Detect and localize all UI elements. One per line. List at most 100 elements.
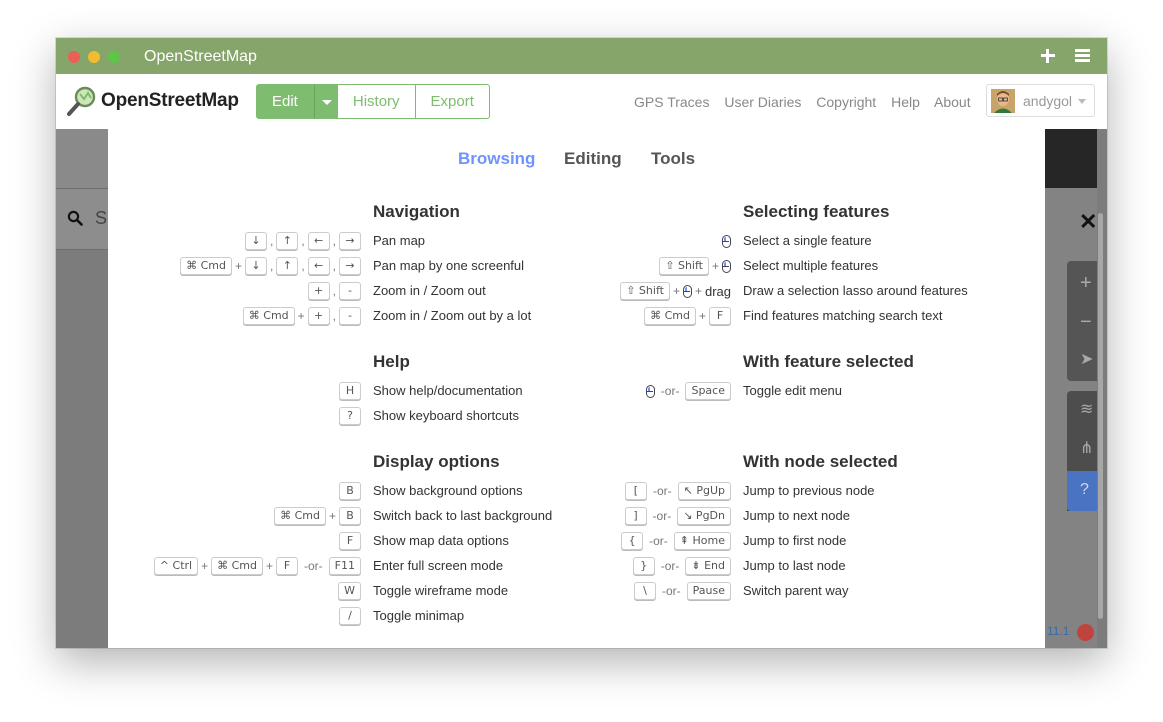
key: ] bbox=[624, 507, 647, 525]
key: ⇧ Shift bbox=[659, 257, 709, 275]
key: ⌘ Cmd bbox=[274, 507, 326, 525]
user-menu-button[interactable]: andygol bbox=[986, 84, 1095, 117]
nav-link-user-diaries[interactable]: User Diaries bbox=[724, 94, 801, 110]
key: F bbox=[709, 307, 731, 325]
zoom-out-icon[interactable]: − bbox=[1080, 312, 1092, 332]
section-with-feature-selected: With feature selected bbox=[743, 352, 914, 371]
shortcut-description: Select multiple features bbox=[743, 258, 879, 273]
tab-editing[interactable]: Editing bbox=[564, 149, 622, 169]
close-window-button[interactable] bbox=[68, 51, 80, 63]
shortcut-row: W bbox=[108, 581, 361, 601]
key: ^ Ctrl bbox=[153, 557, 199, 575]
history-button[interactable]: History bbox=[336, 84, 416, 119]
shortcut-description: Zoom in / Zoom out bbox=[373, 283, 486, 298]
nav-link-about[interactable]: About bbox=[934, 94, 971, 110]
key: - bbox=[339, 282, 361, 300]
user-caret-icon bbox=[1078, 99, 1086, 104]
avatar bbox=[991, 89, 1015, 113]
close-icon[interactable]: ✕ bbox=[1079, 211, 1097, 233]
scrollbar[interactable] bbox=[1098, 213, 1103, 619]
map-data-icon[interactable]: ⋔ bbox=[1080, 441, 1093, 457]
key: W bbox=[338, 582, 361, 600]
title-bar: OpenStreetMap bbox=[56, 38, 1107, 74]
help-icon[interactable]: ? bbox=[1080, 482, 1089, 498]
osm-logo-icon[interactable] bbox=[66, 85, 98, 117]
gift-icon[interactable] bbox=[1077, 624, 1094, 641]
key: ⌘ Cmd bbox=[211, 557, 263, 575]
key: ↖ PgUp bbox=[677, 482, 731, 500]
search-input[interactable]: S bbox=[95, 208, 107, 229]
key: Space bbox=[685, 382, 731, 400]
shortcut-row: -or- Space bbox=[508, 381, 731, 401]
key: F bbox=[276, 557, 298, 575]
key: + bbox=[307, 282, 330, 300]
zoom-in-icon[interactable]: + bbox=[1080, 273, 1092, 293]
key: [ bbox=[624, 482, 647, 500]
shortcut-row: ⇧ Shift + bbox=[508, 256, 731, 276]
shortcut-row: H bbox=[108, 381, 361, 401]
nav-link-help[interactable]: Help bbox=[891, 94, 920, 110]
edit-button[interactable]: Edit bbox=[256, 84, 314, 119]
key: ← bbox=[307, 232, 330, 250]
shortcut-row: F bbox=[108, 531, 361, 551]
export-button[interactable]: Export bbox=[414, 84, 490, 119]
map-side-header bbox=[56, 129, 108, 188]
nav-link-copyright[interactable]: Copyright bbox=[816, 94, 876, 110]
shortcut-description: Switch parent way bbox=[743, 583, 849, 598]
tab-browsing[interactable]: Browsing bbox=[458, 149, 535, 169]
section-display-options: Display options bbox=[373, 452, 500, 471]
key: B bbox=[339, 482, 361, 500]
key: ↑ bbox=[276, 257, 299, 275]
hamburger-menu-icon[interactable] bbox=[1075, 49, 1091, 63]
left-click-mouse-icon bbox=[722, 259, 731, 273]
edit-dropdown-caret-icon[interactable] bbox=[313, 84, 338, 119]
shortcut-description: Toggle edit menu bbox=[743, 383, 843, 398]
key: } bbox=[632, 557, 655, 575]
site-navbar: OpenStreetMap Edit History Export GPS Tr… bbox=[56, 74, 1107, 129]
shortcut-row: ⌘ Cmd + ↓, ↑, ←, → bbox=[108, 256, 361, 276]
tab-tools[interactable]: Tools bbox=[651, 149, 695, 169]
key: ⇧ Shift bbox=[620, 282, 670, 300]
layers-icon[interactable]: ≋ bbox=[1080, 402, 1093, 418]
shortcut-row: / bbox=[108, 606, 361, 626]
shortcut-description: Enter full screen mode bbox=[373, 558, 504, 573]
shortcut-row bbox=[508, 231, 731, 251]
shortcut-description: Show background options bbox=[373, 483, 523, 498]
key: Pause bbox=[686, 582, 731, 600]
shortcut-row: [-or- ↖ PgUp bbox=[508, 481, 731, 501]
left-click-mouse-icon bbox=[682, 284, 692, 298]
shortcut-description: Jump to previous node bbox=[743, 483, 875, 498]
user-name: andygol bbox=[1023, 93, 1073, 109]
section-with-node-selected: With node selected bbox=[743, 452, 898, 471]
nav-link-gps-traces[interactable]: GPS Traces bbox=[634, 94, 709, 110]
key: → bbox=[339, 257, 361, 275]
window-title: OpenStreetMap bbox=[144, 48, 257, 65]
key: \ bbox=[633, 582, 656, 600]
shortcut-description: Jump to first node bbox=[743, 533, 847, 548]
new-tab-plus-icon[interactable] bbox=[1038, 46, 1058, 66]
shortcut-row: +, - bbox=[108, 281, 361, 301]
minimize-window-button[interactable] bbox=[88, 51, 100, 63]
shortcut-description: Toggle minimap bbox=[373, 608, 465, 623]
nav-links: GPS Traces User Diaries Copyright Help A… bbox=[634, 94, 982, 110]
key: ↘ PgDn bbox=[677, 507, 731, 525]
maximize-window-button[interactable] bbox=[108, 51, 120, 63]
key: ⇟ End bbox=[685, 557, 731, 575]
key: { bbox=[621, 532, 644, 550]
key: ← bbox=[307, 257, 330, 275]
search-icon bbox=[67, 210, 83, 226]
key: + bbox=[307, 307, 330, 325]
shortcut-row: ↓, ↑, ←, → bbox=[108, 231, 361, 251]
geolocate-icon[interactable]: ➤ bbox=[1080, 352, 1093, 368]
key: ↓ bbox=[244, 257, 267, 275]
key: F bbox=[339, 532, 361, 550]
key: - bbox=[339, 307, 361, 325]
shortcut-description: Jump to last node bbox=[743, 558, 846, 573]
edit-button-group: Edit History Export bbox=[256, 84, 490, 119]
section-selecting-features: Selecting features bbox=[743, 202, 890, 221]
shortcut-description: Draw a selection lasso around features bbox=[743, 283, 968, 298]
key: → bbox=[339, 232, 361, 250]
keyboard-shortcuts-modal: Browsing Editing Tools Navigation ↓, ↑, … bbox=[108, 129, 1045, 648]
brand-name[interactable]: OpenStreetMap bbox=[101, 90, 239, 112]
shortcut-row: ⌘ Cmd + B bbox=[108, 506, 361, 526]
